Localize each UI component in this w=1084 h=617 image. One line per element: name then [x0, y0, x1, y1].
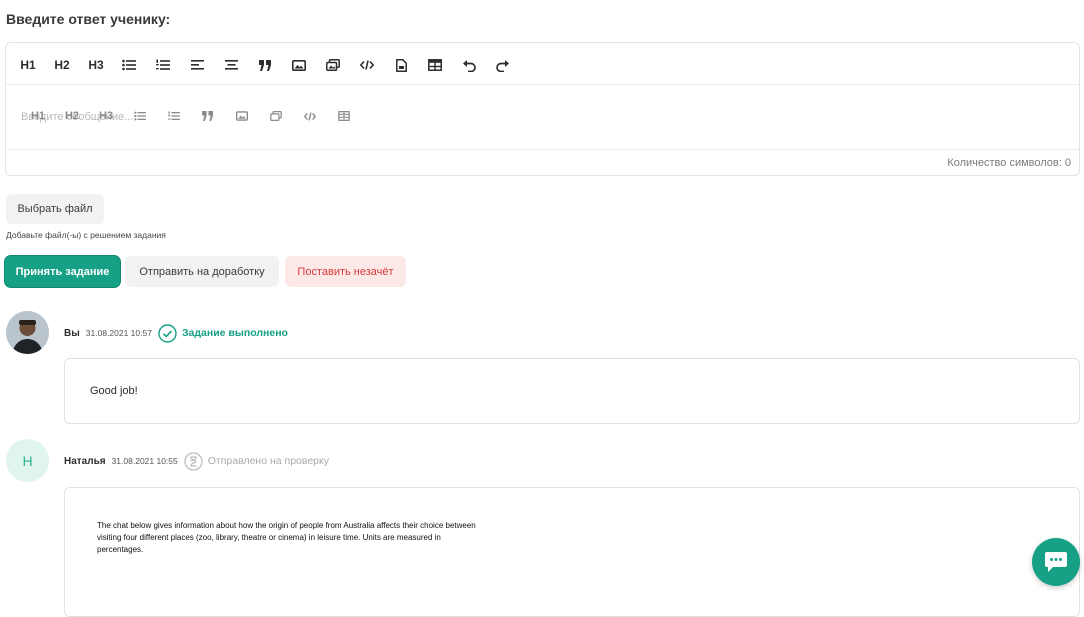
message-meta: Вы 31.08.2021 10:57 Задание выполнено [64, 323, 288, 343]
message-time: 31.08.2021 10:57 [85, 328, 152, 338]
inline-heading1-button[interactable]: H1 [30, 106, 46, 126]
choose-file-button[interactable]: Выбрать файл [6, 194, 104, 224]
align-left-icon[interactable] [189, 55, 205, 75]
status-badge: Отправлено на проверку [207, 455, 329, 467]
chat-button[interactable] [1032, 538, 1080, 586]
inline-table-icon[interactable] [336, 106, 352, 126]
undo-icon[interactable] [461, 55, 477, 75]
inline-gallery-icon[interactable] [268, 106, 284, 126]
redo-icon[interactable] [495, 55, 511, 75]
message-author: Вы [64, 327, 80, 339]
file-hint: Добавьте файл(-ы) с решением задания [6, 230, 166, 240]
inline-bullet-list-icon[interactable] [132, 106, 148, 126]
inline-quote-icon[interactable] [200, 106, 216, 126]
avatar [6, 311, 49, 354]
message-card: The chat below gives information about h… [64, 487, 1080, 617]
message-card: Good job! [64, 358, 1080, 424]
inline-code-icon[interactable] [302, 106, 318, 126]
inline-heading3-button[interactable]: H3 [98, 106, 114, 126]
editor-toolbar: H1 H2 H3 [6, 43, 1079, 85]
page-heading: Введите ответ ученику: [6, 11, 171, 27]
bullet-list-icon[interactable] [121, 55, 137, 75]
inline-numbered-list-icon[interactable] [166, 106, 182, 126]
message-meta: Наталья 31.08.2021 10:55 Отправлено на п… [64, 451, 329, 471]
rich-text-editor[interactable]: H1 H2 H3 Введите сообщение... H1 H2 H3 К… [5, 42, 1080, 176]
table-icon[interactable] [427, 55, 443, 75]
gallery-icon[interactable] [325, 55, 341, 75]
heading3-button[interactable]: H3 [87, 55, 105, 75]
message-time: 31.08.2021 10:55 [111, 456, 178, 466]
chat-bubble-icon [1045, 552, 1067, 572]
quote-icon[interactable] [257, 55, 273, 75]
return-for-revision-button[interactable]: Отправить на доработку [125, 256, 279, 287]
code-icon[interactable] [359, 55, 375, 75]
hourglass-icon [184, 451, 203, 471]
message-text: Good job! [90, 385, 138, 397]
inline-heading2-button[interactable]: H2 [64, 106, 80, 126]
heading1-button[interactable]: H1 [19, 55, 37, 75]
heading2-button[interactable]: H2 [53, 55, 71, 75]
mark-failed-button[interactable]: Поставить незачёт [285, 256, 406, 287]
numbered-list-icon[interactable] [155, 55, 171, 75]
align-center-icon[interactable] [223, 55, 239, 75]
file-icon[interactable] [393, 55, 409, 75]
message-author: Наталья [64, 455, 106, 467]
message-text: The chat below gives information about h… [97, 521, 476, 554]
status-badge: Задание выполнено [181, 327, 288, 339]
avatar: Н [6, 439, 49, 482]
accept-task-button[interactable]: Принять задание [5, 256, 120, 287]
inline-image-icon[interactable] [234, 106, 250, 126]
character-counter: Количество символов: 0 [6, 149, 1079, 177]
check-circle-icon [158, 323, 177, 343]
image-icon[interactable] [291, 55, 307, 75]
